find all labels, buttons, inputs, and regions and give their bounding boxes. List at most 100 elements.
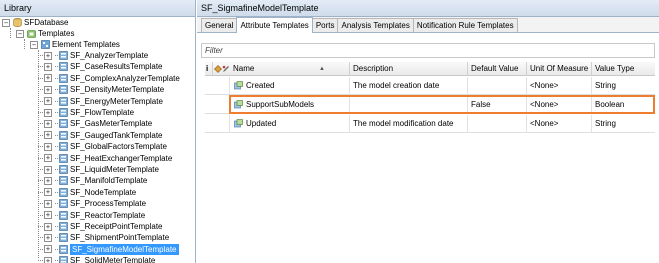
column-header-name[interactable]: Name: [230, 62, 350, 76]
collapse-toggle[interactable]: −: [16, 29, 24, 38]
collapse-toggle[interactable]: −: [30, 40, 38, 49]
column-header-unit-of-measure[interactable]: Unit Of Measure: [527, 62, 592, 76]
tree-connector: [55, 123, 58, 125]
expand-toggle[interactable]: +: [44, 245, 52, 254]
expand-toggle[interactable]: +: [44, 62, 52, 71]
tree-connector: [55, 66, 58, 68]
attribute-value-type: String: [595, 119, 616, 128]
tree-item-label: SF_ComplexAnalyzerTemplate: [70, 73, 180, 83]
tree-item-template[interactable]: + SF_DensityMeterTemplate: [38, 84, 164, 95]
expand-toggle[interactable]: +: [44, 154, 52, 163]
attribute-grid: i Name ▲ Description Default Value Unit …: [205, 62, 655, 133]
expand-toggle[interactable]: +: [44, 233, 52, 242]
expand-toggle[interactable]: +: [44, 74, 52, 83]
tree-item-element-templates[interactable]: − Element Templates: [30, 39, 120, 50]
expand-toggle[interactable]: +: [44, 85, 52, 94]
expand-toggle[interactable]: +: [44, 108, 52, 117]
tree-item-template[interactable]: + SF_CaseResultsTemplate: [38, 61, 162, 72]
tree-item-template[interactable]: + SF_HeatExchangerTemplate: [38, 153, 172, 164]
tree-item-label: SF_ProcessTemplate: [70, 199, 147, 209]
tree-item-template[interactable]: + SF_ReactorTemplate: [38, 210, 145, 221]
tree-item-label: SF_AnalyzerTemplate: [70, 51, 149, 60]
element-template-icon: [59, 187, 68, 197]
tree-item-label: SF_LiquidMeterTemplate: [70, 165, 159, 174]
tree-connector: [38, 260, 43, 262]
expand-toggle[interactable]: +: [44, 165, 52, 174]
expand-toggle[interactable]: +: [44, 188, 52, 197]
attribute-name-cell[interactable]: Updated: [230, 115, 350, 133]
expand-toggle[interactable]: +: [44, 119, 52, 128]
expand-toggle[interactable]: +: [44, 211, 52, 220]
tree-item-template[interactable]: + SF_ShipmentPointTemplate: [38, 232, 169, 243]
attribute-name-cell[interactable]: SupportSubModels: [230, 96, 350, 114]
tree-connector: [38, 203, 43, 205]
tree-item-template[interactable]: + SF_EnergyMeterTemplate: [38, 96, 163, 107]
tree-connector: [55, 214, 58, 216]
element-templates-icon: [41, 40, 50, 49]
edit-icon: [222, 65, 230, 73]
expand-toggle[interactable]: +: [44, 51, 52, 60]
column-header-value-type[interactable]: Value Type: [592, 62, 655, 76]
table-row[interactable]: Updated The model modification date <Non…: [205, 115, 655, 133]
expand-toggle[interactable]: +: [44, 97, 52, 106]
tree-item-template[interactable]: + SF_SigmafineModelTemplate: [38, 243, 179, 255]
element-template-icon: [59, 51, 68, 60]
tab-attribute-templates[interactable]: Attribute Templates: [236, 17, 313, 33]
attribute-name: Created: [246, 81, 275, 90]
element-template-icon: [59, 130, 68, 140]
tree-connector: [55, 157, 58, 159]
element-template-icon: [59, 108, 68, 117]
tree-item-template[interactable]: + SF_ReceiptPointTemplate: [38, 221, 163, 232]
column-header-description[interactable]: Description: [350, 62, 468, 76]
expand-toggle[interactable]: +: [44, 142, 52, 151]
tree-item-label: SFDatabase: [24, 18, 69, 27]
table-row[interactable]: SupportSubModels False <None> Boolean: [205, 96, 655, 114]
filter-input[interactable]: Filter: [201, 43, 655, 58]
tree-item-template[interactable]: + SF_SolidMeterTemplate: [38, 255, 155, 263]
tree-connector: [55, 226, 58, 227]
element-template-icon: [59, 119, 68, 129]
tree-item-label: Templates: [38, 29, 75, 38]
tree-item-template[interactable]: + SF_ProcessTemplate: [38, 198, 146, 209]
expand-toggle[interactable]: +: [44, 176, 52, 185]
tree-connector: [38, 55, 43, 56]
tab-notification-rule-templates[interactable]: Notification Rule Templates: [412, 18, 518, 32]
tab-ports[interactable]: Ports: [311, 18, 339, 32]
tree-item-template[interactable]: + SF_AnalyzerTemplate: [38, 50, 148, 61]
tree-item-template[interactable]: + SF_GasMeterTemplate: [38, 118, 152, 129]
tree-scrollbar[interactable]: [186, 18, 195, 263]
tree-item-template[interactable]: + SF_ComplexAnalyzerTemplate: [38, 73, 180, 84]
tree-connector: [38, 77, 43, 79]
tree-connector: [38, 100, 43, 102]
collapse-toggle[interactable]: −: [2, 18, 10, 27]
info-column-header[interactable]: i: [205, 62, 213, 76]
table-row[interactable]: Created The model creation date <None> S…: [205, 77, 655, 95]
attribute-icon: [234, 119, 243, 128]
attribute-name-cell[interactable]: Created: [230, 77, 350, 95]
row-indicator: [205, 96, 230, 114]
tree-connector: [38, 180, 43, 182]
tree-item-template[interactable]: + SF_GlobalFactorsTemplate: [38, 141, 167, 152]
column-header-default-value[interactable]: Default Value: [468, 62, 527, 76]
expand-toggle[interactable]: +: [44, 222, 52, 231]
expand-toggle[interactable]: +: [44, 256, 52, 263]
tree-item-template[interactable]: + SF_LiquidMeterTemplate: [38, 164, 159, 175]
tree-item-template[interactable]: + SF_ManifoldTemplate: [38, 175, 147, 186]
tree-connector: [55, 112, 58, 113]
element-template-icon: [59, 256, 68, 263]
tab-general[interactable]: General: [201, 18, 238, 32]
attribute-uom: <None>: [527, 77, 592, 95]
tree-item-label: SF_DensityMeterTemplate: [70, 85, 165, 95]
tree-item-template[interactable]: + SF_FlowTemplate: [38, 107, 134, 118]
expand-toggle[interactable]: +: [44, 131, 52, 140]
tree-item-label: SF_ReactorTemplate: [70, 210, 146, 220]
expand-toggle[interactable]: +: [44, 199, 52, 208]
tree-item-template[interactable]: + SF_NodeTemplate: [38, 187, 136, 198]
library-header: Library: [0, 0, 195, 17]
tree-connector: [55, 237, 58, 239]
tree-item-sfdatabase[interactable]: − SFDatabase: [2, 17, 68, 28]
tab-analysis-templates[interactable]: Analysis Templates: [337, 18, 414, 32]
tree-item-templates[interactable]: − Templates: [16, 28, 74, 39]
tree-connector: [55, 191, 58, 193]
tree-item-template[interactable]: + SF_GaugedTankTemplate: [38, 130, 163, 141]
